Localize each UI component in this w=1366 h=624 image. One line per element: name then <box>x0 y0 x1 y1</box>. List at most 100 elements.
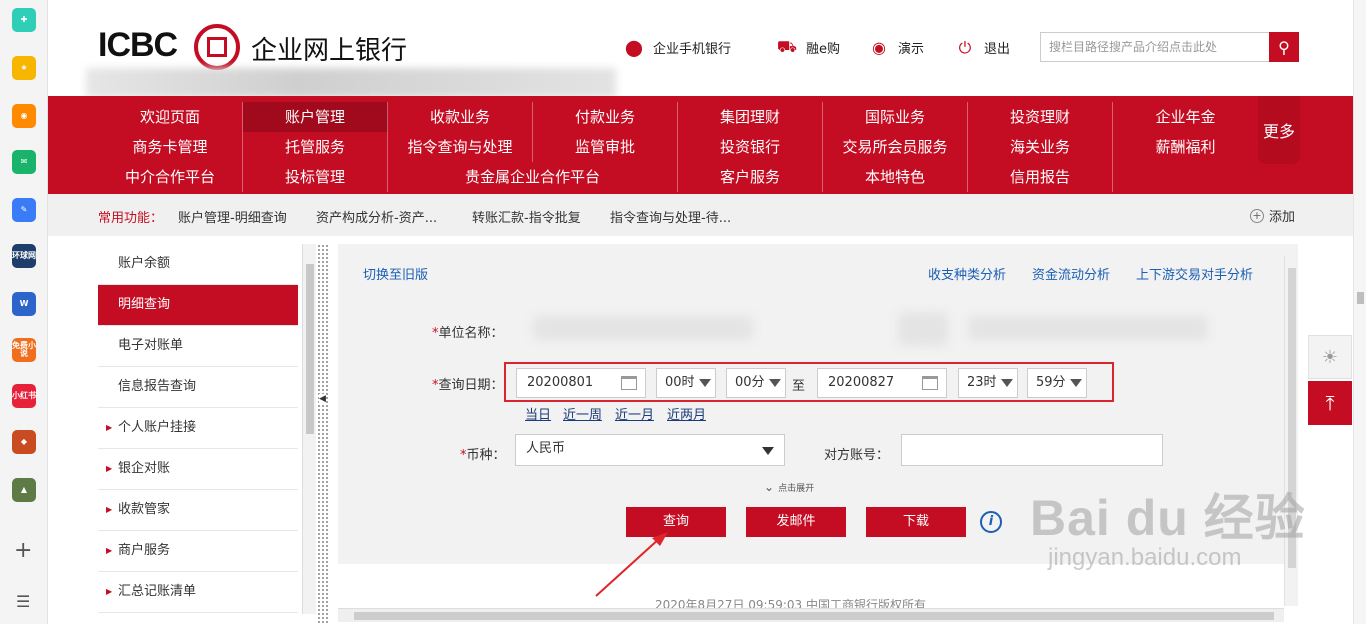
search-button[interactable]: ⚲ <box>1269 32 1299 62</box>
browser-scrollbar[interactable] <box>1353 0 1366 624</box>
horizontal-scrollbar[interactable] <box>338 608 1284 622</box>
end-date-input[interactable]: 20200827 <box>817 368 947 398</box>
sidebar-menu-item[interactable]: 账户余额 <box>98 244 298 285</box>
sidebar-menu-item[interactable]: 信息报告查询 <box>98 367 298 408</box>
start-minute-select[interactable]: 00分 <box>726 368 786 398</box>
quick-item[interactable]: 指令查询与处理-待... <box>610 207 731 226</box>
nav-item[interactable]: 账户管理 <box>243 102 388 132</box>
quick-functions-title: 常用功能： <box>98 211 164 226</box>
sidebar-menu-item[interactable]: ▶ 收款管家 <box>98 490 298 531</box>
send-email-button[interactable]: 发邮件 <box>746 507 846 537</box>
nav-item[interactable]: 欢迎页面 <box>98 102 243 132</box>
currency-select[interactable]: 人民币 <box>515 434 785 466</box>
nav-item[interactable]: 海关业务 <box>968 132 1113 162</box>
quick-item[interactable]: 转账汇款-指令批复 <box>472 207 581 226</box>
back-to-top-button[interactable]: ⤒ <box>1308 381 1352 425</box>
nav-item[interactable]: 中介合作平台 <box>98 162 243 192</box>
arrow-up-icon: ⤒ <box>1325 391 1335 415</box>
notes-app-icon[interactable]: ✎ <box>12 198 36 222</box>
shopping-cart-icon: ⛟ <box>776 37 798 56</box>
calendar-icon[interactable] <box>922 376 938 390</box>
switch-old-version-link[interactable]: 切换至旧版 <box>363 264 428 283</box>
download-button[interactable]: 下载 <box>866 507 966 537</box>
nav-item[interactable]: 贵金属企业合作平台 <box>388 162 678 192</box>
end-minute-select[interactable]: 59分 <box>1027 368 1087 398</box>
nav-item[interactable]: 交易所会员服务 <box>823 132 968 162</box>
sidebar-menu-item[interactable]: 明细查询 <box>98 285 298 326</box>
caret-right-icon: ▶ <box>106 464 113 473</box>
quick-date-week[interactable]: 近一周 <box>563 404 602 423</box>
top-link-mobile-bank[interactable]: ⬤ 企业手机银行 <box>623 38 731 57</box>
end-hour-select[interactable]: 23时 <box>958 368 1018 398</box>
huanqiu-app-icon[interactable]: 环球网 <box>12 244 36 268</box>
search-icon: ⚲ <box>1278 37 1290 57</box>
nav-item[interactable]: 收款业务 <box>388 102 533 132</box>
search-input[interactable]: 搜栏目路径搜产品介绍点击此处 <box>1040 32 1270 62</box>
nav-item[interactable]: 投资银行 <box>678 132 823 162</box>
calendar-icon[interactable] <box>621 376 637 390</box>
novel-app-icon[interactable]: 免费小说 <box>12 338 36 362</box>
nav-item[interactable]: 国际业务 <box>823 102 968 132</box>
nav-item[interactable]: 指令查询与处理 <box>388 132 533 162</box>
unit-name-label: *单位名称： <box>432 326 504 341</box>
top-link-rong-e-gou[interactable]: ⛟ 融e购 <box>776 37 840 57</box>
quick-date-month[interactable]: 近一月 <box>615 404 654 423</box>
add-quick-function-button[interactable]: + 添加 <box>1250 206 1295 225</box>
nav-item[interactable]: 商务卡管理 <box>98 132 243 162</box>
collapse-arrow-icon[interactable]: ◀ <box>319 394 326 404</box>
weibo-icon[interactable]: ◉ <box>12 104 36 128</box>
star-app-icon[interactable]: ★ <box>12 56 36 80</box>
expand-toggle[interactable]: ⌄ 点击展开 <box>764 480 814 494</box>
sidebar-menu-label: 个人账户挂接 <box>118 420 197 435</box>
chevron-down-icon: ⌄ <box>764 480 775 494</box>
word-app-icon[interactable]: W <box>12 292 36 316</box>
sidebar-menu-item[interactable]: 电子对账单 <box>98 326 298 367</box>
nav-item[interactable]: 付款业务 <box>533 102 678 132</box>
top-link-logout[interactable]: ⏻ 退出 <box>954 38 1010 58</box>
sidebar-menu-item[interactable]: ▶ 个人账户挂接 <box>98 408 298 449</box>
sidebar-menu-item[interactable]: ▶ 商户服务 <box>98 531 298 572</box>
sidebar-menu-label: 汇总记账清单 <box>118 584 197 599</box>
xiaohongshu-icon[interactable]: 小红书 <box>12 384 36 408</box>
eye-icon: ◉ <box>872 38 886 57</box>
nav-item[interactable]: 托管服务 <box>243 132 388 162</box>
counterparty-analysis-link[interactable]: 上下游交易对手分析 <box>1136 264 1253 283</box>
mail-app-icon[interactable]: ✉ <box>12 150 36 174</box>
nav-item[interactable]: 集团理财 <box>678 102 823 132</box>
blurred-avatar <box>898 312 948 346</box>
start-date-input[interactable]: 20200801 <box>516 368 646 398</box>
fund-flow-analysis-link[interactable]: 资金流动分析 <box>1032 264 1110 283</box>
lightbulb-icon[interactable]: ☀ <box>1308 335 1352 379</box>
icbc-emblem-icon <box>194 24 240 70</box>
quick-item[interactable]: 资产构成分析-资产... <box>316 207 437 226</box>
panel-splitter[interactable]: ◀ <box>317 244 329 624</box>
nav-item[interactable]: 客户服务 <box>678 162 823 192</box>
plus-app-icon[interactable]: ✚ <box>12 8 36 32</box>
nav-more-button[interactable]: 更多 <box>1258 96 1300 164</box>
nav-item[interactable]: 本地特色 <box>823 162 968 192</box>
caret-right-icon: ▶ <box>106 505 113 514</box>
nav-item[interactable]: 薪酬福利 <box>1113 132 1258 162</box>
income-expense-analysis-link[interactable]: 收支种类分析 <box>928 264 1006 283</box>
nav-item[interactable]: 企业年金 <box>1113 102 1258 132</box>
game-app-icon-1[interactable]: ◆ <box>12 430 36 454</box>
nav-item[interactable]: 信用报告 <box>968 162 1113 192</box>
top-link-demo[interactable]: ◉ 演示 <box>868 38 924 57</box>
quick-date-today[interactable]: 当日 <box>525 404 551 423</box>
sidebar-menu-label: 银企对账 <box>118 461 171 476</box>
info-icon[interactable]: i <box>980 511 1002 533</box>
nav-item[interactable]: 投标管理 <box>243 162 388 192</box>
nav-item[interactable]: 投资理财 <box>968 102 1113 132</box>
sidebar-menu-item[interactable]: ▶ 汇总记账清单 <box>98 572 298 613</box>
add-app-icon[interactable]: + <box>14 538 32 563</box>
quick-item[interactable]: 账户管理-明细查询 <box>178 207 287 226</box>
nav-item[interactable]: 监管审批 <box>533 132 678 162</box>
sidebar-menu-icon[interactable]: ☰ <box>16 592 30 611</box>
counter-account-input[interactable] <box>901 434 1163 466</box>
sidebar-scrollbar[interactable] <box>302 244 316 614</box>
game-app-icon-2[interactable]: ▲ <box>12 478 36 502</box>
start-hour-select[interactable]: 00时 <box>656 368 716 398</box>
sidebar-menu-item[interactable]: ▶ 银企对账 <box>98 449 298 490</box>
quick-date-two-months[interactable]: 近两月 <box>667 404 706 423</box>
sidebar-menu-label: 商户服务 <box>118 543 171 558</box>
